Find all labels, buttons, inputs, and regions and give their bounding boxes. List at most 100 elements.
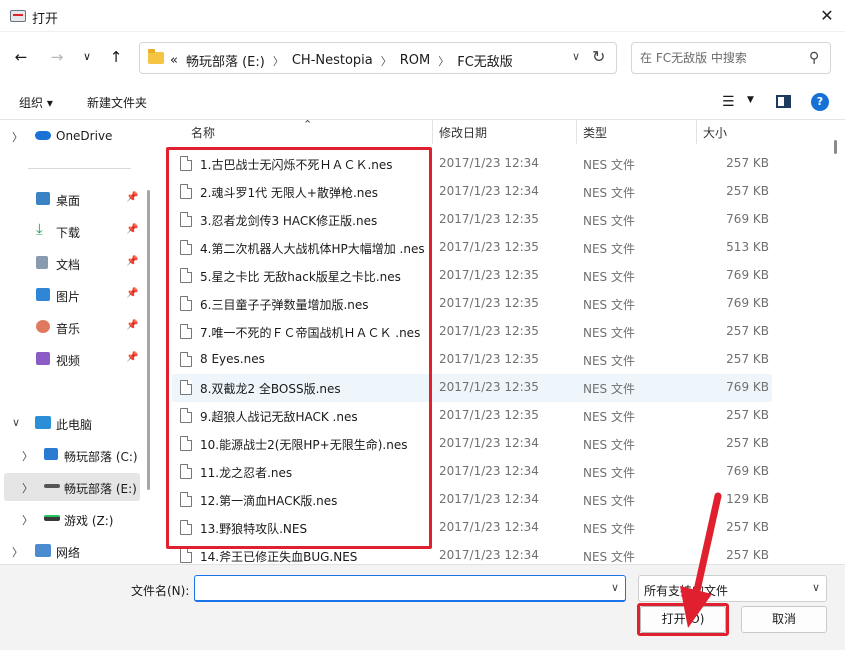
pin-icon[interactable]: 📌 xyxy=(126,288,138,299)
view-options-caret-icon[interactable]: ▼ xyxy=(747,95,754,105)
column-header-name[interactable]: 名称 ⌃ xyxy=(158,120,433,144)
sidebar-item-drive-e[interactable]: 〉 畅玩部落 (E:) xyxy=(4,473,140,501)
sidebar-item-drive-z[interactable]: 〉 游戏 (Z:) xyxy=(0,505,140,533)
view-options-icon[interactable]: ☰ xyxy=(722,94,735,110)
breadcrumb-rom[interactable]: ROM xyxy=(400,53,430,68)
sidebar-item-pictures[interactable]: 图片 📌 xyxy=(0,281,140,309)
file-name: 14.斧王已修正失血BUG.NES xyxy=(200,550,358,564)
file-date: 2017/1/23 12:35 xyxy=(439,268,539,282)
sidebar-item-label: 游戏 (Z:) xyxy=(64,514,114,528)
preview-pane-icon[interactable] xyxy=(776,95,791,108)
address-bar[interactable]: « 畅玩部落 (E:) 〉 CH-Nestopia 〉 ROM 〉 FC无敌版 … xyxy=(139,42,617,74)
sidebar-divider xyxy=(28,168,131,169)
sidebar-item-documents[interactable]: 文档 📌 xyxy=(0,249,140,277)
column-header-label: 名称 xyxy=(191,126,216,140)
file-date: 2017/1/23 12:34 xyxy=(439,492,539,506)
close-icon[interactable]: ✕ xyxy=(814,4,840,28)
new-folder-button[interactable]: 新建文件夹 xyxy=(87,94,147,111)
file-type: NES 文件 xyxy=(583,270,635,284)
filter-dropdown-chevron-icon[interactable]: ∨ xyxy=(812,581,820,594)
sidebar-scrollbar[interactable] xyxy=(147,190,150,490)
video-icon xyxy=(36,352,50,365)
sidebar-item-drive-c[interactable]: 〉 畅玩部落 (C:) xyxy=(0,441,140,469)
breadcrumb: « 畅玩部落 (E:) 〉 CH-Nestopia 〉 ROM 〉 FC无敌版 xyxy=(170,51,513,70)
file-size: 257 KB xyxy=(726,408,769,422)
window-title: 打开 xyxy=(32,12,59,27)
organize-button[interactable]: 组织 ▾ xyxy=(19,94,53,111)
expand-chevron-icon[interactable]: 〉 xyxy=(12,544,23,560)
file-date: 2017/1/23 12:35 xyxy=(439,296,539,310)
file-type: NES 文件 xyxy=(583,550,635,564)
sidebar-item-videos[interactable]: 视频 📌 xyxy=(0,345,140,373)
file-size: 769 KB xyxy=(726,464,769,478)
pin-icon[interactable]: 📌 xyxy=(126,320,138,331)
download-icon: ⤓ xyxy=(36,220,43,238)
breadcrumb-separator-icon: 〉 xyxy=(272,54,284,68)
column-header-size[interactable]: 大小 xyxy=(697,120,775,144)
search-box[interactable]: ⚲ xyxy=(631,42,831,74)
breadcrumb-ch-nestopia[interactable]: CH-Nestopia xyxy=(292,53,373,68)
file-date: 2017/1/23 12:35 xyxy=(439,380,539,394)
file-size: 257 KB xyxy=(726,352,769,366)
file-size: 257 KB xyxy=(726,436,769,450)
breadcrumb-fc-invincible[interactable]: FC无敌版 xyxy=(457,51,513,70)
highlight-box-file-list xyxy=(166,147,432,549)
expand-chevron-icon[interactable]: 〉 xyxy=(22,512,33,528)
filename-label: 文件名(N): xyxy=(131,584,190,598)
computer-icon xyxy=(35,416,51,429)
column-header-date[interactable]: 修改日期 xyxy=(433,120,577,144)
sidebar-item-onedrive[interactable]: 〉 OneDrive xyxy=(0,122,140,150)
file-size: 257 KB xyxy=(726,520,769,534)
file-type: NES 文件 xyxy=(583,438,635,452)
search-input[interactable] xyxy=(640,49,800,67)
file-date: 2017/1/23 12:34 xyxy=(439,520,539,534)
expand-chevron-icon[interactable]: 〉 xyxy=(22,480,33,496)
windows-drive-icon xyxy=(44,448,58,460)
file-type: NES 文件 xyxy=(583,186,635,200)
pin-icon[interactable]: 📌 xyxy=(126,192,138,203)
file-size: 769 KB xyxy=(726,296,769,310)
breadcrumb-overflow[interactable]: « xyxy=(170,53,178,68)
help-icon[interactable]: ? xyxy=(811,93,829,111)
pin-icon[interactable]: 📌 xyxy=(126,224,138,235)
network-icon xyxy=(35,544,51,557)
refresh-icon[interactable]: ↻ xyxy=(592,47,605,66)
file-type: NES 文件 xyxy=(583,214,635,228)
file-type-filter[interactable]: 所有支持的文件 ∨ xyxy=(638,575,827,602)
file-list-scrollbar[interactable] xyxy=(834,140,837,154)
file-type: NES 文件 xyxy=(583,298,635,312)
column-header-label: 大小 xyxy=(703,126,728,140)
sidebar-item-label: 下载 xyxy=(56,226,81,240)
sidebar-item-label: 网络 xyxy=(56,546,81,560)
back-arrow-icon[interactable]: ← xyxy=(10,46,32,68)
column-header-type[interactable]: 类型 xyxy=(577,120,697,144)
expand-chevron-icon[interactable]: 〉 xyxy=(12,129,23,145)
drive-green-icon xyxy=(44,515,60,521)
file-date: 2017/1/23 12:35 xyxy=(439,324,539,338)
sidebar-item-music[interactable]: 音乐 📌 xyxy=(0,313,140,341)
address-dropdown-chevron-icon[interactable]: ∨ xyxy=(572,50,580,63)
pin-icon[interactable]: 📌 xyxy=(126,352,138,363)
cancel-button[interactable]: 取消 xyxy=(741,606,827,633)
forward-arrow-icon[interactable]: → xyxy=(46,46,68,68)
folder-icon xyxy=(148,49,164,64)
highlight-box-open-button xyxy=(637,603,729,636)
file-date: 2017/1/23 12:35 xyxy=(439,212,539,226)
pin-icon[interactable]: 📌 xyxy=(126,256,138,267)
collapse-chevron-icon[interactable]: ∨ xyxy=(12,416,20,429)
sidebar-item-downloads[interactable]: ⤓ 下载 📌 xyxy=(0,217,140,245)
sidebar-item-label: 视频 xyxy=(56,354,81,368)
sidebar-item-desktop[interactable]: 桌面 📌 xyxy=(0,185,140,213)
breadcrumb-drive-e[interactable]: 畅玩部落 (E:) xyxy=(186,51,265,70)
filename-dropdown-chevron-icon[interactable]: ∨ xyxy=(611,581,619,594)
filename-field[interactable]: ∨ xyxy=(194,575,626,602)
file-type: NES 文件 xyxy=(583,494,635,508)
recent-locations-chevron-icon[interactable]: ∨ xyxy=(76,46,98,68)
up-arrow-icon[interactable]: ↑ xyxy=(105,46,127,68)
expand-chevron-icon[interactable]: 〉 xyxy=(22,448,33,464)
sidebar-item-network[interactable]: 〉 网络 xyxy=(0,537,140,565)
sidebar-item-this-pc[interactable]: ∨ 此电脑 xyxy=(0,409,140,437)
document-icon xyxy=(36,256,48,269)
search-icon[interactable]: ⚲ xyxy=(809,50,819,66)
file-date: 2017/1/23 12:35 xyxy=(439,352,539,366)
